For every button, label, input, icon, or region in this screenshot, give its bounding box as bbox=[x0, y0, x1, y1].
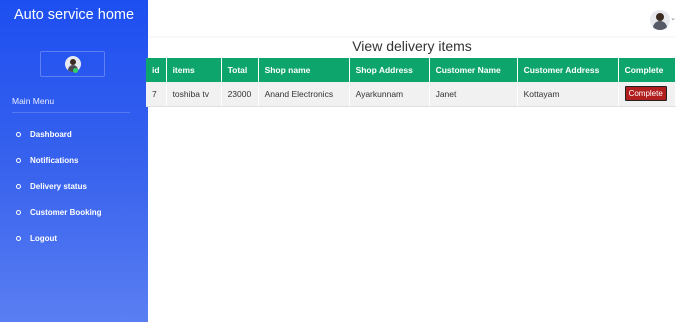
column-header-id: id bbox=[146, 58, 167, 82]
cell-shop-address: Ayarkunnam bbox=[349, 82, 430, 107]
column-header-complete: Complete bbox=[618, 58, 676, 82]
column-header-total: Total bbox=[221, 58, 259, 82]
cell-customer-address: Kottayam bbox=[517, 82, 619, 107]
sidebar-item-notifications[interactable]: Notifications bbox=[14, 147, 102, 173]
chevron-down-icon[interactable]: ⌄ bbox=[670, 14, 676, 22]
menu-divider bbox=[12, 112, 130, 113]
sidebar-item-label: Customer Booking bbox=[30, 207, 102, 217]
sidebar-item-dashboard[interactable]: Dashboard bbox=[14, 121, 102, 147]
sidebar: Auto service home Main Menu Dashboard No… bbox=[0, 0, 148, 322]
cell-total: 23000 bbox=[221, 82, 259, 107]
main-menu: Dashboard Notifications Delivery status … bbox=[14, 121, 102, 251]
online-status-icon bbox=[73, 68, 78, 73]
complete-button[interactable]: Complete bbox=[624, 86, 667, 102]
ring-bullet-icon bbox=[16, 157, 21, 163]
column-header-customer-name: Customer Name bbox=[429, 58, 518, 82]
column-header-items: items bbox=[166, 58, 222, 82]
sidebar-item-label: Delivery status bbox=[30, 181, 87, 191]
cell-customer-name: Janet bbox=[429, 82, 518, 107]
ring-bullet-icon bbox=[16, 131, 21, 137]
cell-id: 7 bbox=[146, 82, 167, 107]
column-header-customer-address: Customer Address bbox=[517, 58, 619, 82]
sidebar-item-label: Dashboard bbox=[30, 129, 72, 139]
user-avatar-icon[interactable] bbox=[650, 10, 670, 30]
page-title: View delivery items bbox=[352, 38, 472, 54]
column-header-shop-name: Shop name bbox=[258, 58, 350, 82]
column-header-shop-address: Shop Address bbox=[349, 58, 430, 82]
table-header-row: id items Total Shop name Shop Address Cu… bbox=[146, 58, 676, 82]
sidebar-item-label: Logout bbox=[30, 233, 58, 243]
ring-bullet-icon bbox=[16, 209, 21, 215]
cell-shop-name: Anand Electronics bbox=[258, 82, 350, 107]
sidebar-item-logout[interactable]: Logout bbox=[14, 225, 102, 251]
menu-title: Main Menu bbox=[12, 96, 55, 106]
sidebar-item-delivery-status[interactable]: Delivery status bbox=[14, 173, 102, 199]
cell-complete: Complete bbox=[618, 82, 676, 107]
ring-bullet-icon bbox=[16, 183, 21, 189]
sidebar-item-customer-booking[interactable]: Customer Booking bbox=[14, 199, 102, 225]
sidebar-item-label: Notifications bbox=[30, 155, 79, 165]
table-row: 7 toshiba tv 23000 Anand Electronics Aya… bbox=[146, 82, 676, 107]
sidebar-profile[interactable] bbox=[40, 51, 105, 77]
cell-items: toshiba tv bbox=[166, 82, 222, 107]
app-title: Auto service home bbox=[13, 7, 135, 23]
ring-bullet-icon bbox=[16, 235, 21, 241]
delivery-items-table: id items Total Shop name Shop Address Cu… bbox=[146, 58, 676, 107]
top-bar: ⌄ bbox=[148, 0, 676, 36]
